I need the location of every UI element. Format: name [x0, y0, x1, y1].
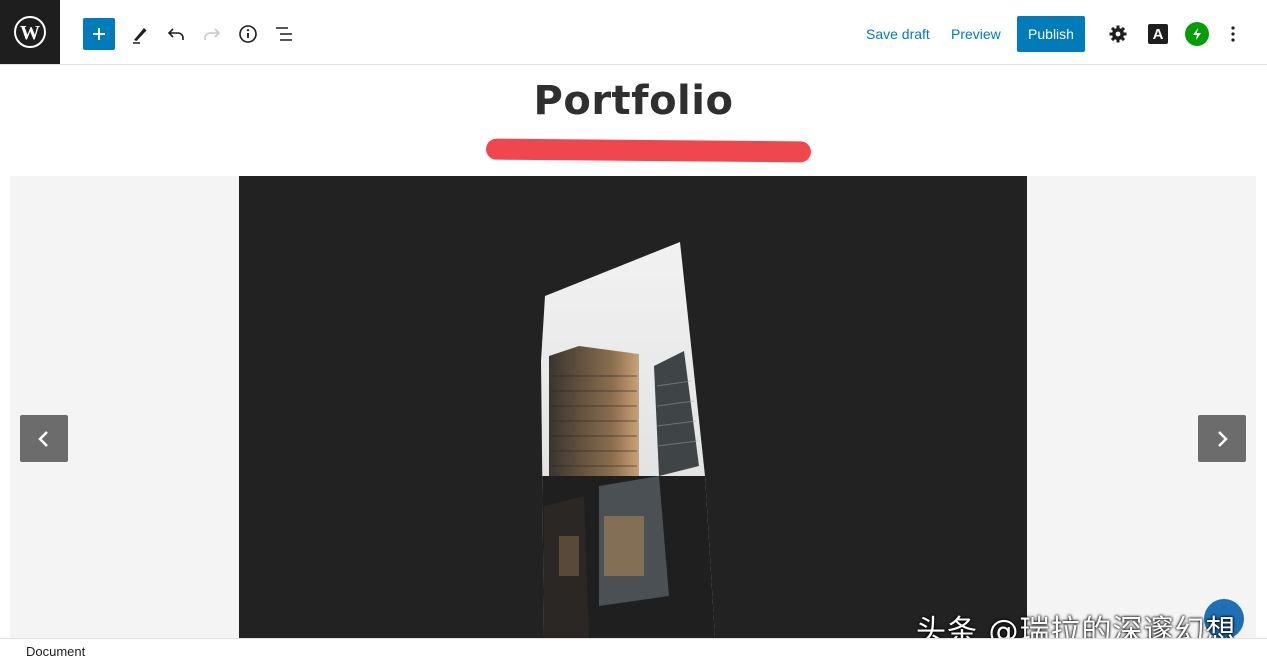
typography-button[interactable]: A: [1142, 18, 1174, 50]
city-buildings-photo: [541, 242, 715, 638]
svg-text:W: W: [20, 22, 40, 44]
redo-icon: [204, 28, 221, 40]
slideshow-block[interactable]: [10, 176, 1256, 638]
chevron-left-icon: [38, 430, 48, 447]
gear-icon: [1109, 25, 1127, 43]
jetpack-button[interactable]: [1181, 18, 1213, 50]
kebab-menu-icon: [1231, 26, 1235, 42]
wordpress-logo-button[interactable]: W: [0, 0, 60, 64]
tools-button[interactable]: [124, 18, 156, 50]
breadcrumb-document[interactable]: Document: [26, 644, 85, 659]
more-options-button[interactable]: [1217, 18, 1249, 50]
typography-icon: A: [1148, 24, 1168, 44]
editor-toolbar: W Save draft Preview Publish A: [0, 0, 1267, 65]
save-draft-button[interactable]: Save draft: [866, 18, 930, 50]
add-block-button[interactable]: [83, 18, 115, 50]
jetpack-icon: [1185, 22, 1209, 46]
slideshow-prev-button[interactable]: [20, 415, 68, 462]
settings-button[interactable]: [1102, 18, 1134, 50]
redo-button[interactable]: [196, 18, 228, 50]
plus-icon: [93, 28, 105, 40]
editor-footer: Document: [0, 638, 1267, 662]
undo-button[interactable]: [160, 18, 192, 50]
preview-button[interactable]: Preview: [951, 18, 1001, 50]
chevron-right-icon: [1218, 430, 1228, 447]
info-icon: [239, 25, 257, 43]
redaction-mark: [485, 138, 812, 163]
publish-button[interactable]: Publish: [1017, 16, 1085, 52]
list-view-button[interactable]: [268, 18, 300, 50]
list-view-icon: [276, 27, 292, 41]
slideshow-image[interactable]: [239, 176, 1027, 638]
details-button[interactable]: [232, 18, 264, 50]
post-title[interactable]: Portfolio: [0, 78, 1267, 124]
pencil-icon: [133, 28, 147, 44]
undo-icon: [167, 28, 184, 40]
wordpress-icon: W: [14, 16, 46, 48]
slideshow-next-button[interactable]: [1198, 415, 1246, 462]
